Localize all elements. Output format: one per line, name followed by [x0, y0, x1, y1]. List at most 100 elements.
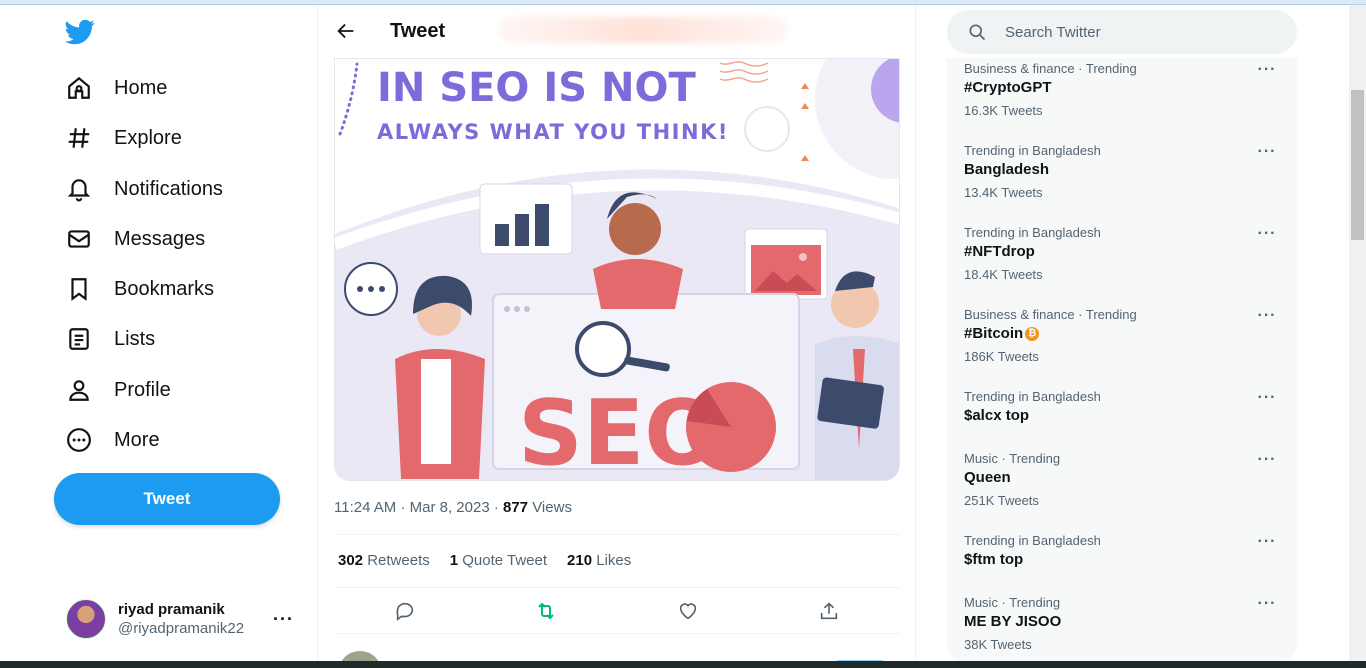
views-count: 877 — [503, 499, 529, 516]
nav-explore-label: Explore — [114, 126, 182, 149]
nav-messages-label: Messages — [114, 227, 206, 250]
person-icon — [69, 380, 89, 401]
trend-item[interactable]: Music · Trending ME BY JISOO 38K Tweets … — [947, 595, 1297, 661]
likes-count: 210 — [567, 552, 593, 569]
main-header: Tweet — [318, 5, 915, 58]
likes-stat[interactable]: 210 Likes — [567, 552, 631, 569]
divider — [334, 587, 900, 588]
trend-count: 186K Tweets — [964, 349, 1039, 364]
quotes-stat[interactable]: 1 Quote Tweet — [450, 552, 547, 569]
bell-icon — [67, 179, 91, 202]
account-more-icon[interactable]: ··· — [273, 609, 294, 630]
back-arrow-icon[interactable] — [332, 17, 360, 45]
trend-more-icon[interactable]: ··· — [1255, 389, 1279, 407]
trend-name-row: #Bitcoin ₿ — [964, 325, 1040, 342]
tweet-media-image[interactable]: IN SEO IS NOT ALWAYS WHAT YOU THINK! SEO — [334, 58, 900, 481]
search-icon — [969, 24, 986, 41]
envelope-icon — [68, 230, 90, 248]
retweets-stat[interactable]: 302 Retweets — [338, 552, 430, 569]
share-icon[interactable] — [812, 594, 846, 628]
trend-more-icon[interactable]: ··· — [1255, 451, 1279, 469]
trend-count: 16.3K Tweets — [964, 103, 1043, 118]
reply-avatar — [338, 651, 382, 661]
nav-profile-label: Profile — [114, 378, 171, 401]
nav-bookmarks[interactable]: Bookmarks — [54, 267, 226, 311]
trend-item[interactable]: Trending in Bangladesh #NFTdrop 18.4K Tw… — [947, 225, 1297, 307]
avatar — [66, 599, 106, 639]
nav-profile[interactable]: Profile — [54, 368, 183, 412]
trend-more-icon[interactable]: ··· — [1255, 533, 1279, 551]
search-input[interactable] — [1005, 23, 1285, 41]
home-icon — [68, 76, 90, 99]
nav-explore[interactable]: Explore — [54, 116, 194, 160]
nav-home[interactable]: Home — [54, 66, 179, 110]
trend-category: Trending in Bangladesh — [964, 533, 1101, 548]
quotes-count: 1 — [449, 552, 459, 569]
trend-name: ME BY JISOO — [964, 613, 1062, 630]
page-scrollbar[interactable] — [1349, 5, 1366, 661]
right-sidebar: Business & finance · Trending #CryptoGPT… — [917, 5, 1349, 661]
account-name: riyad pramanik — [118, 601, 225, 618]
blurred-header-overlay — [498, 17, 788, 43]
trend-item[interactable]: Business & finance · Trending #CryptoGPT… — [947, 61, 1297, 143]
trend-name: $ftm top — [964, 551, 1024, 568]
trend-category: Music · Trending — [964, 451, 1061, 466]
trend-more-icon[interactable]: ··· — [1255, 307, 1279, 325]
trend-more-icon[interactable]: ··· — [1255, 595, 1279, 613]
more-circle-icon — [67, 428, 91, 452]
trend-item[interactable]: Business & finance · Trending #Bitcoin ₿ … — [947, 307, 1297, 389]
tweet-actions — [334, 595, 900, 627]
main-column: Tweet IN SEO IS NOT ALWAYS WHAT YOU THIN… — [318, 5, 916, 661]
account-handle: @riyadpramanik22 — [118, 620, 245, 637]
twitter-logo-icon[interactable] — [64, 17, 98, 47]
list-icon — [69, 328, 89, 350]
trend-count: 13.4K Tweets — [964, 185, 1043, 200]
page-title: Tweet — [390, 20, 446, 42]
trends-panel: Business & finance · Trending #CryptoGPT… — [947, 58, 1297, 661]
retweets-label: Retweets — [367, 552, 430, 569]
nav-lists-label: Lists — [114, 327, 156, 350]
trend-category: Trending in Bangladesh — [964, 225, 1101, 240]
trend-count: 18.4K Tweets — [964, 267, 1043, 282]
trend-item[interactable]: Music · Trending Queen 251K Tweets ··· — [947, 451, 1297, 533]
nav-lists[interactable]: Lists — [54, 317, 167, 361]
nav-messages[interactable]: Messages — [54, 217, 217, 261]
like-heart-icon[interactable] — [671, 594, 705, 628]
scrollbar-thumb[interactable] — [1351, 90, 1364, 240]
search-bar[interactable] — [947, 10, 1297, 54]
tweet-button[interactable]: Tweet — [54, 473, 280, 525]
trend-more-icon[interactable]: ··· — [1255, 61, 1279, 79]
reply-icon[interactable] — [388, 594, 422, 628]
trend-category: Business & finance · Trending — [964, 61, 1137, 76]
trend-name: $alcx top — [964, 407, 1030, 424]
tweet-time: 11:24 AM — [334, 499, 397, 516]
divider — [334, 534, 900, 535]
tweet-meta: 11:24 AM · Mar 8, 2023 · 877 Views — [334, 499, 572, 516]
trend-name: #CryptoGPT — [964, 79, 1052, 96]
bitcoin-icon: ₿ — [1025, 326, 1040, 341]
trend-category: Trending in Bangladesh — [964, 143, 1101, 158]
trend-count: 251K Tweets — [964, 493, 1039, 508]
likes-label: Likes — [596, 552, 632, 569]
nav-more[interactable]: More — [54, 418, 172, 462]
nav-more-label: More — [114, 428, 160, 451]
tweet-date[interactable]: Mar 8, 2023 — [410, 499, 490, 516]
trend-count: 38K Tweets — [964, 637, 1032, 652]
nav-notifications[interactable]: Notifications — [54, 167, 235, 211]
trend-item[interactable]: Trending in Bangladesh Bangladesh 13.4K … — [947, 143, 1297, 225]
trend-more-icon[interactable]: ··· — [1255, 143, 1279, 161]
trend-name: Bangladesh — [964, 161, 1050, 178]
image-headline-line2: ALWAYS WHAT YOU THINK! — [377, 120, 729, 144]
views-label: Views — [532, 499, 572, 516]
tweet-stats: 302 Retweets 1 Quote Tweet 210 Likes — [338, 552, 651, 569]
trend-name: #Bitcoin — [964, 325, 1024, 342]
trend-category: Trending in Bangladesh — [964, 389, 1101, 404]
trend-category: Music · Trending — [964, 595, 1061, 610]
trend-more-icon[interactable]: ··· — [1255, 225, 1279, 243]
trend-name: Queen — [964, 469, 1011, 486]
nav-notifications-label: Notifications — [114, 177, 223, 200]
trend-name: #NFTdrop — [964, 243, 1035, 260]
nav-bookmarks-label: Bookmarks — [114, 277, 215, 300]
account-switcher[interactable]: riyad pramanik @riyadpramanik22 ··· — [54, 589, 306, 649]
retweet-icon[interactable] — [529, 594, 563, 628]
